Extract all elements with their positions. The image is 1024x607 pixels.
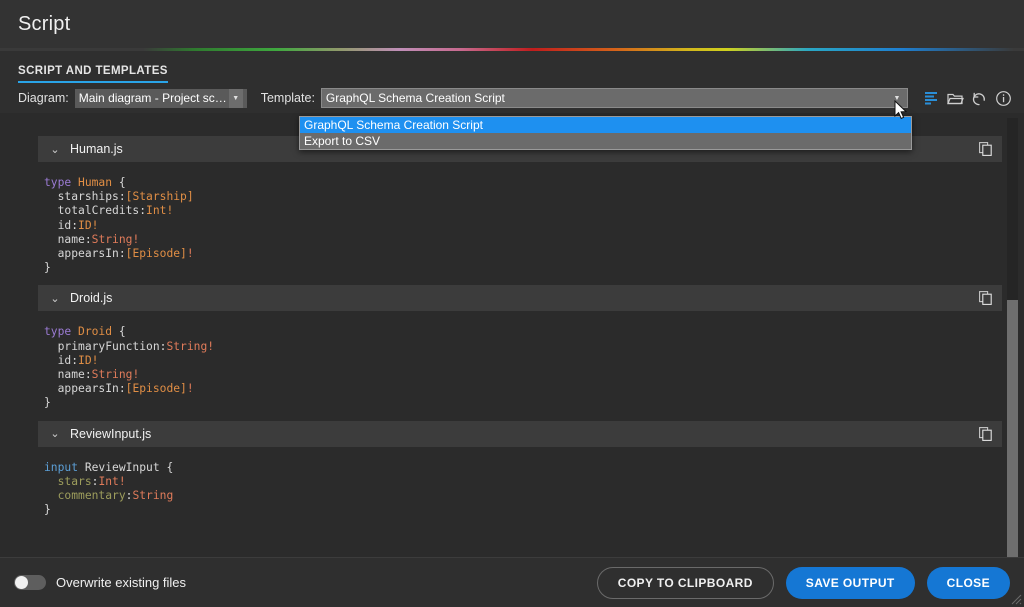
file-block: ⌄ Human.js type Human { starships:[Stars… [38, 136, 1002, 285]
template-option-1[interactable]: Export to CSV [300, 133, 911, 149]
diagram-label: Diagram: [18, 91, 69, 105]
close-button[interactable]: CLOSE [926, 566, 1010, 599]
window-titlebar: Script [0, 0, 1024, 48]
chevron-down-icon: ▼ [228, 88, 243, 108]
copy-icon[interactable] [976, 425, 994, 443]
script-lines-icon[interactable] [920, 87, 942, 109]
chevron-down-icon: ▼ [893, 94, 901, 102]
file-block: ⌄ ReviewInput.js input ReviewInput { sta… [38, 420, 1002, 528]
template-label: Template: [260, 91, 315, 105]
template-select[interactable]: GraphQL Schema Creation Script ▼ [320, 88, 908, 108]
diagram-select-value: Main diagram - Project script [78, 91, 229, 105]
diagram-select[interactable]: Main diagram - Project script ▼ [74, 88, 247, 108]
copy-to-clipboard-button[interactable]: COPY TO CLIPBOARD [596, 566, 774, 599]
info-icon[interactable] [992, 87, 1014, 109]
chevron-down-icon: ⌄ [50, 292, 60, 305]
copy-icon[interactable] [976, 140, 994, 158]
template-dropdown-menu[interactable]: GraphQL Schema Creation Script Export to… [299, 116, 912, 150]
template-option-0[interactable]: GraphQL Schema Creation Script [300, 117, 911, 133]
code-droid: type Droid { primaryFunction:String! id:… [44, 325, 215, 410]
overwrite-label: Overwrite existing files [56, 575, 187, 590]
selector-toolbar: Diagram: Main diagram - Project script ▼… [0, 83, 1024, 113]
folder-open-icon[interactable] [944, 87, 966, 109]
save-output-button[interactable]: SAVE OUTPUT [785, 566, 915, 599]
window-title: Script [18, 12, 71, 35]
chevron-down-icon: ⌄ [50, 143, 60, 156]
code-reviewinput: input ReviewInput { stars:Int! commentar… [44, 460, 174, 517]
file-list: ⌄ Human.js type Human { starships:[Stars… [0, 118, 1024, 557]
undo-icon[interactable] [968, 87, 990, 109]
tab-script-and-templates[interactable]: SCRIPT AND TEMPLATES [18, 65, 168, 83]
copy-icon[interactable] [976, 289, 994, 307]
tab-strip: SCRIPT AND TEMPLATES [0, 51, 1024, 83]
file-name: ReviewInput.js [70, 426, 152, 441]
file-header-reviewinput[interactable]: ⌄ ReviewInput.js [38, 420, 1002, 447]
overwrite-existing-files-toggle[interactable]: Overwrite existing files [14, 575, 186, 590]
toggle-knob [15, 576, 28, 589]
file-header-droid[interactable]: ⌄ Droid.js [38, 285, 1002, 312]
footer-bar: Overwrite existing files COPY TO CLIPBOA… [0, 557, 1024, 607]
chevron-down-icon: ⌄ [50, 428, 60, 441]
scrollbar-thumb[interactable] [1007, 300, 1018, 557]
file-block: ⌄ Droid.js type Droid { primaryFunction:… [38, 285, 1002, 420]
toggle-track[interactable] [14, 575, 46, 590]
file-name: Droid.js [70, 291, 113, 306]
code-human: type Human { starships:[Starship] totalC… [44, 176, 194, 275]
template-select-value: GraphQL Schema Creation Script [325, 91, 505, 105]
output-panel: ⌄ Human.js type Human { starships:[Stars… [0, 118, 1024, 557]
vertical-scrollbar[interactable] [1007, 118, 1018, 557]
